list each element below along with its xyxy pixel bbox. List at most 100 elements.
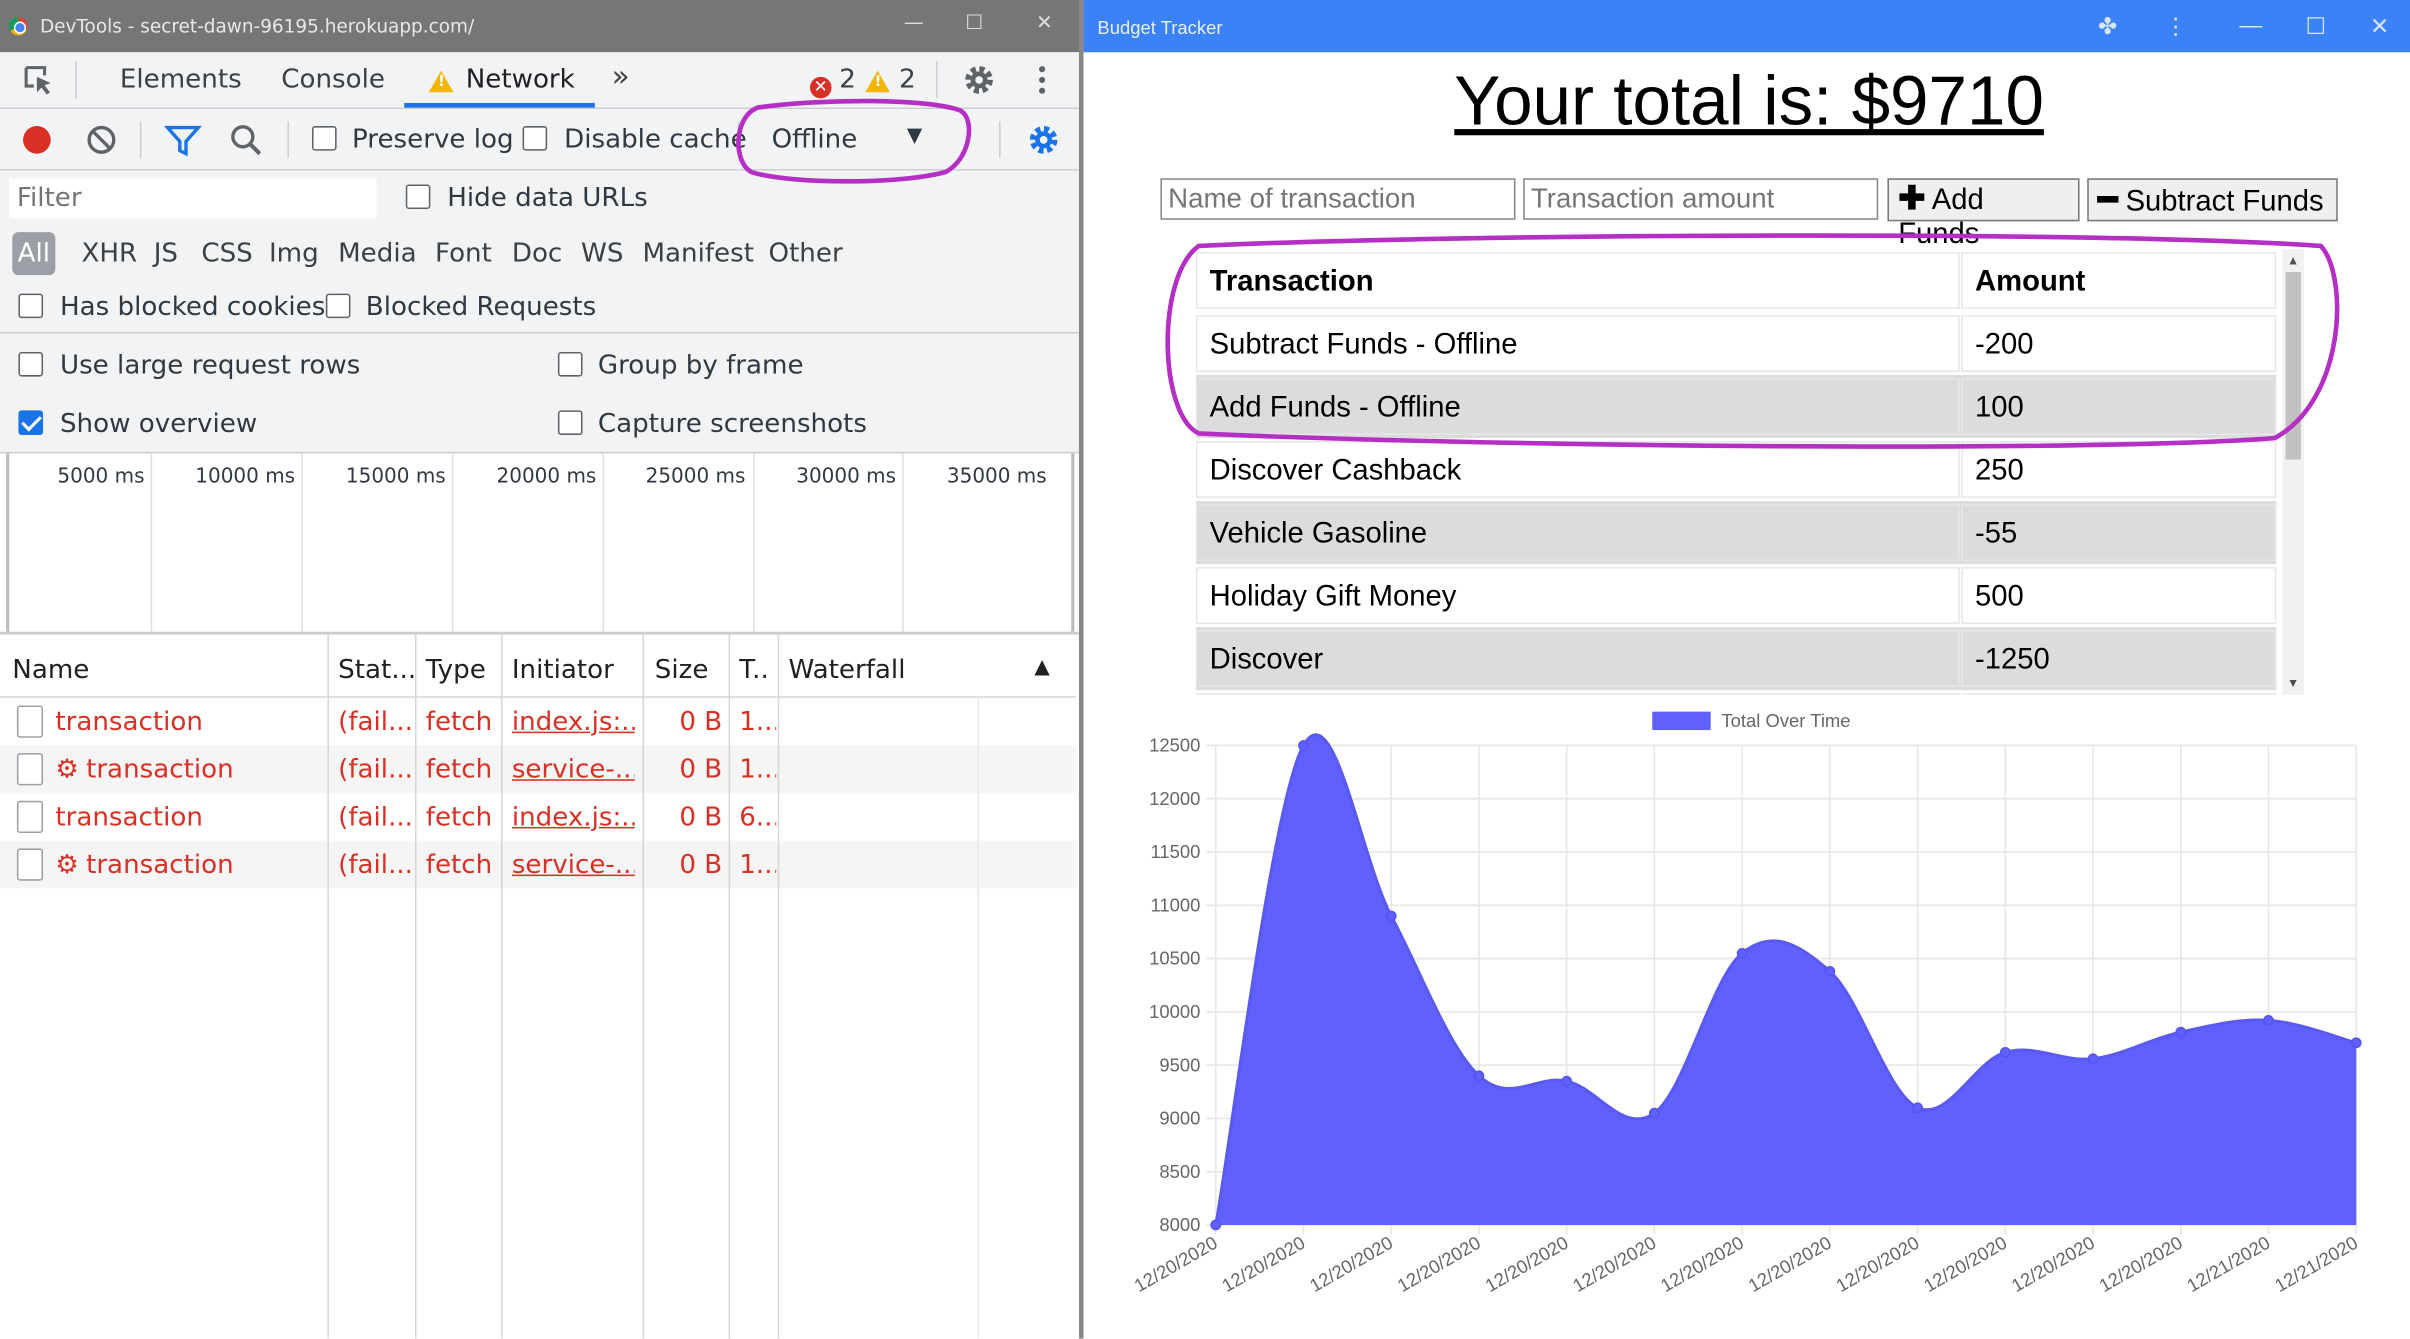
sort-up-icon[interactable]: ▲ (1034, 656, 1049, 679)
subtract-funds-button[interactable]: ━ Subtract Funds (2087, 178, 2338, 222)
blocked-requests-checkbox[interactable] (325, 292, 351, 323)
data-point[interactable] (2087, 1053, 2099, 1065)
data-point[interactable] (1999, 1046, 2011, 1058)
type-filter-ws[interactable]: WS (581, 238, 623, 269)
error-count[interactable]: 2 (839, 65, 856, 96)
data-point[interactable] (1736, 947, 1748, 959)
data-point[interactable] (1298, 740, 1309, 751)
column-size[interactable]: Size (655, 655, 709, 686)
request-row[interactable]: ⚙ transaction (fail... fetch service-... 0 B 1… (0, 840, 1076, 889)
type-filter-other[interactable]: Other (769, 238, 843, 269)
error-icon[interactable]: ✕ (809, 68, 832, 99)
tab-console[interactable]: Console (281, 65, 385, 96)
data-point[interactable] (1473, 1070, 1485, 1082)
chart-legend[interactable]: Total Over Time (1652, 710, 1851, 731)
minimize-icon[interactable]: — (2239, 12, 2262, 38)
clear-icon[interactable] (85, 123, 119, 157)
request-name[interactable]: transaction (86, 755, 234, 786)
request-name[interactable]: transaction (55, 707, 203, 738)
type-filter-media[interactable]: Media (338, 238, 416, 269)
close-icon[interactable]: ✕ (1036, 12, 1053, 35)
settings-gear-icon[interactable] (961, 61, 998, 98)
overview-handle[interactable] (1071, 453, 1075, 632)
filter-input[interactable] (9, 178, 377, 219)
add-funds-button[interactable]: ✚ Add Funds (1887, 178, 2080, 251)
close-icon[interactable]: ✕ (2370, 12, 2389, 40)
warning-count-icon[interactable] (865, 68, 890, 99)
column-initiator[interactable]: Initiator (512, 655, 614, 686)
tab-elements[interactable]: Elements (120, 65, 242, 96)
type-filter-all[interactable]: All (12, 232, 56, 276)
column-divider[interactable] (777, 634, 780, 1339)
request-initiator-link[interactable]: service-... (512, 755, 635, 786)
data-point[interactable] (1649, 1107, 1660, 1119)
kebab-menu-icon[interactable] (1036, 61, 1048, 98)
data-point[interactable] (1824, 965, 1836, 977)
request-initiator-link[interactable]: service-... (512, 850, 635, 881)
inspect-element-icon[interactable] (22, 63, 56, 97)
has-blocked-cookies-checkbox[interactable] (18, 292, 44, 323)
column-type[interactable]: Type (426, 655, 486, 686)
column-divider[interactable] (728, 634, 731, 1339)
warning-count[interactable]: 2 (899, 65, 916, 96)
request-initiator-link[interactable]: index.js:... (512, 707, 635, 738)
column-divider[interactable] (642, 634, 645, 1339)
type-filter-css[interactable]: CSS (201, 238, 252, 269)
maximize-icon[interactable]: ☐ (2306, 12, 2327, 40)
data-point[interactable] (1210, 1219, 1222, 1231)
request-type: fetch (425, 754, 493, 786)
column-divider[interactable] (327, 634, 329, 1339)
overview-tick-label: 20000 ms (496, 465, 597, 489)
request-name[interactable]: transaction (55, 802, 203, 833)
app-menu-icon[interactable]: ⋮ (2164, 12, 2187, 40)
data-point[interactable] (1912, 1102, 1923, 1114)
group-by-frame-checkbox[interactable] (557, 350, 583, 381)
more-tabs-icon[interactable]: » (612, 60, 630, 94)
request-row[interactable]: transaction (fail... fetch index.js:... 0 B 6… (0, 793, 1076, 841)
column-time[interactable]: T.. (739, 655, 768, 686)
minimize-icon[interactable]: — (904, 12, 924, 35)
column-divider[interactable] (414, 634, 417, 1339)
data-point[interactable] (2175, 1026, 2187, 1038)
request-name[interactable]: transaction (86, 850, 234, 881)
transaction-name-input[interactable] (1160, 178, 1516, 220)
y-tick-label: 12000 (1149, 788, 1200, 809)
request-size: 0 B (679, 707, 723, 738)
tab-network[interactable]: Network (466, 65, 575, 96)
disable-cache-checkbox[interactable] (522, 124, 548, 155)
data-point[interactable] (2263, 1015, 2274, 1026)
capture-screenshots-checkbox[interactable] (557, 409, 583, 440)
column-name[interactable]: Name (12, 655, 89, 686)
hide-data-urls-checkbox[interactable] (405, 183, 431, 214)
annotation-circle (1165, 233, 2340, 449)
data-point[interactable] (1385, 910, 1397, 922)
request-row[interactable]: ⚙ transaction (fail... fetch service-... 0 B 1… (0, 745, 1076, 794)
preserve-log-checkbox[interactable] (312, 124, 337, 155)
type-filter-js[interactable]: JS (154, 238, 178, 269)
network-settings-gear-icon[interactable] (1025, 121, 1062, 158)
column-waterfall[interactable]: Waterfall (788, 655, 905, 686)
data-point[interactable] (1561, 1075, 1573, 1087)
scroll-down-icon[interactable]: ▼ (2287, 676, 2299, 690)
extensions-icon[interactable]: ✤ (2098, 12, 2117, 40)
divider (936, 61, 938, 99)
data-point[interactable] (2350, 1037, 2362, 1049)
column-divider[interactable] (501, 634, 503, 1339)
request-row[interactable]: transaction (fail... fetch index.js:... 0 B 1… (0, 698, 1076, 746)
type-filter-xhr[interactable]: XHR (81, 238, 137, 269)
filter-icon[interactable] (164, 123, 202, 157)
type-filter-img[interactable]: Img (269, 238, 319, 269)
type-filter-doc[interactable]: Doc (512, 238, 562, 269)
type-filter-font[interactable]: Font (435, 238, 492, 269)
network-overview[interactable]: 5000 ms 10000 ms 15000 ms 20000 ms 25000… (0, 453, 1079, 635)
record-icon[interactable] (20, 123, 54, 157)
transaction-amount-input[interactable] (1523, 178, 1879, 220)
request-initiator-link[interactable]: index.js:... (512, 802, 635, 833)
type-filter-manifest[interactable]: Manifest (642, 238, 754, 269)
large-rows-checkbox[interactable] (18, 350, 44, 381)
show-overview-checkbox[interactable] (18, 409, 44, 440)
search-icon[interactable] (229, 123, 263, 157)
divider (75, 61, 77, 99)
column-status[interactable]: Stat... (338, 655, 416, 686)
maximize-icon[interactable]: ☐ (965, 12, 983, 35)
